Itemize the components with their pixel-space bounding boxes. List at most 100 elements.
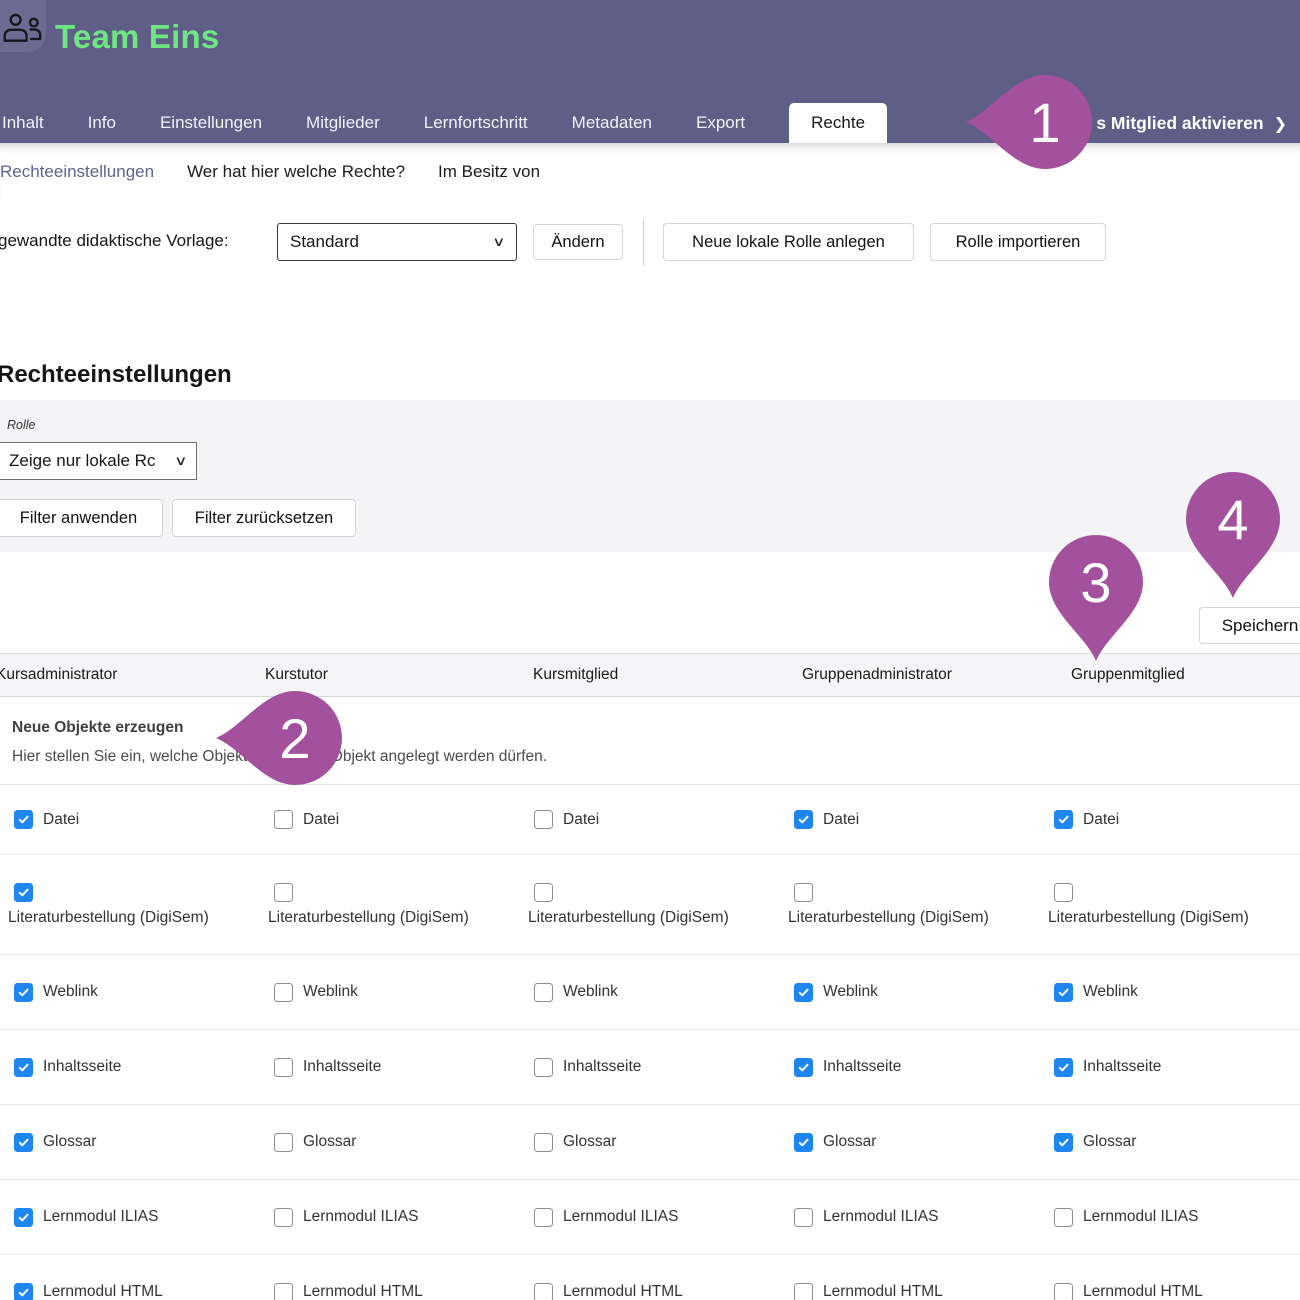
change-template-button[interactable]: Ändern <box>533 224 623 260</box>
permission-cell: Lernmodul HTML <box>260 1255 520 1300</box>
checkbox-datei-col1[interactable] <box>14 810 33 829</box>
permission-cell: Glossar <box>780 1105 1040 1179</box>
save-button[interactable]: Speichern <box>1199 607 1300 644</box>
filter-reset-button[interactable]: Filter zurücksetzen <box>172 499 356 537</box>
tab-einstellungen[interactable]: Einstellungen <box>160 103 262 143</box>
checkbox-glossar-col2[interactable] <box>274 1133 293 1152</box>
checkbox-label: Lernmodul HTML <box>823 1283 943 1300</box>
permission-cell: Inhaltsseite <box>1040 1030 1300 1104</box>
checkbox-datei-col3[interactable] <box>534 810 553 829</box>
permission-cell: Inhaltsseite <box>0 1030 260 1104</box>
checkbox-lernmodul-ilias-col3[interactable] <box>534 1208 553 1227</box>
new-local-role-button[interactable]: Neue lokale Rolle anlegen <box>663 223 914 261</box>
checkbox-label: Literaturbestellung (DigiSem) <box>528 909 729 927</box>
annotation-marker-2: 2 <box>216 691 342 785</box>
checkbox-inhaltsseite-col2[interactable] <box>274 1058 293 1077</box>
checkbox-lernmodul-html-col4[interactable] <box>794 1283 813 1300</box>
checkbox-glossar-col4[interactable] <box>794 1133 813 1152</box>
checkbox-weblink-col4[interactable] <box>794 983 813 1002</box>
chevron-right-icon: ❯ <box>1274 114 1287 134</box>
permission-cell: Inhaltsseite <box>520 1030 780 1104</box>
permission-cell: Lernmodul HTML <box>780 1255 1040 1300</box>
tab-export[interactable]: Export <box>696 103 745 143</box>
checkbox-datei-col2[interactable] <box>274 810 293 829</box>
permission-cell: Literaturbestellung (DigiSem) <box>0 855 260 954</box>
permission-cell: Literaturbestellung (DigiSem) <box>780 855 1040 954</box>
permission-cell: Inhaltsseite <box>260 1030 520 1104</box>
checkbox-literaturbestellung-digisem-col1[interactable] <box>14 883 33 902</box>
checkbox-lernmodul-ilias-col5[interactable] <box>1054 1208 1073 1227</box>
permission-row-glossar: GlossarGlossarGlossarGlossarGlossar <box>0 1105 1300 1180</box>
checkbox-label: Lernmodul ILIAS <box>563 1208 678 1226</box>
checkbox-datei-col5[interactable] <box>1054 810 1073 829</box>
permission-cell: Datei <box>520 785 780 854</box>
annotation-number: 3 <box>1049 535 1143 629</box>
checkbox-glossar-col1[interactable] <box>14 1133 33 1152</box>
checkbox-weblink-col3[interactable] <box>534 983 553 1002</box>
checkbox-glossar-col5[interactable] <box>1054 1133 1073 1152</box>
toolbar-divider <box>643 219 644 266</box>
subtab-rechteeinstellungen[interactable]: Rechteeinstellungen <box>0 162 154 182</box>
checkbox-inhaltsseite-col1[interactable] <box>14 1058 33 1077</box>
checkbox-lernmodul-html-col1[interactable] <box>14 1283 33 1300</box>
permission-cell: Glossar <box>260 1105 520 1179</box>
subtab-im-besitz-von[interactable]: Im Besitz von <box>438 162 540 182</box>
checkbox-inhaltsseite-col4[interactable] <box>794 1058 813 1077</box>
role-filter-select-value: Zeige nur lokale Rc <box>9 451 155 471</box>
checkbox-lernmodul-html-col5[interactable] <box>1054 1283 1073 1300</box>
filter-apply-button[interactable]: Filter anwenden <box>0 499 163 537</box>
permission-cell: Lernmodul ILIAS <box>780 1180 1040 1254</box>
import-role-button[interactable]: Rolle importieren <box>930 223 1106 261</box>
permission-row-lernmodul-html: Lernmodul HTML Lernmodul HTML Lernmodul HT… <box>0 1255 1300 1300</box>
permission-cell: Weblink <box>260 955 520 1029</box>
checkbox-label: Lernmodul HTML <box>303 1283 423 1300</box>
tab-mitglieder[interactable]: Mitglieder <box>306 103 380 143</box>
page-title: Team Eins <box>55 18 219 56</box>
column-header-kursmitglied: Kursmitglied <box>520 666 780 684</box>
checkbox-label: Inhaltsseite <box>1083 1058 1161 1076</box>
checkbox-glossar-col3[interactable] <box>534 1133 553 1152</box>
checkbox-literaturbestellung-digisem-col5[interactable] <box>1054 883 1073 902</box>
tab-info[interactable]: Info <box>88 103 116 143</box>
create-objects-section: Neue Objekte erzeugen Hier stellen Sie e… <box>0 697 1300 785</box>
checkbox-weblink-col2[interactable] <box>274 983 293 1002</box>
checkbox-label: Glossar <box>823 1133 876 1151</box>
checkbox-datei-col4[interactable] <box>794 810 813 829</box>
checkbox-lernmodul-ilias-col2[interactable] <box>274 1208 293 1227</box>
tab-rechte[interactable]: Rechte <box>789 103 887 143</box>
subtab-wer-hat-hier-welche-rechte[interactable]: Wer hat hier welche Rechte? <box>187 162 405 182</box>
didactic-template-label: gewandte didaktische Vorlage: <box>0 231 229 251</box>
checkbox-label: Lernmodul HTML <box>1083 1283 1203 1300</box>
checkbox-inhaltsseite-col5[interactable] <box>1054 1058 1073 1077</box>
checkbox-lernmodul-html-col2[interactable] <box>274 1283 293 1300</box>
checkbox-label: Inhaltsseite <box>303 1058 381 1076</box>
checkbox-lernmodul-ilias-col1[interactable] <box>14 1208 33 1227</box>
checkbox-literaturbestellung-digisem-col3[interactable] <box>534 883 553 902</box>
checkbox-weblink-col5[interactable] <box>1054 983 1073 1002</box>
checkbox-weblink-col1[interactable] <box>14 983 33 1002</box>
checkbox-label: Glossar <box>563 1133 616 1151</box>
checkbox-inhaltsseite-col3[interactable] <box>534 1058 553 1077</box>
activate-member-action[interactable]: s Mitglied aktivieren ❯ <box>1096 113 1287 134</box>
permission-cell: Weblink <box>1040 955 1300 1029</box>
checkbox-literaturbestellung-digisem-col4[interactable] <box>794 883 813 902</box>
didactic-template-select[interactable]: Standard ∨ <box>277 223 517 261</box>
permission-cell: Weblink <box>780 955 1040 1029</box>
checkbox-lernmodul-html-col3[interactable] <box>534 1283 553 1300</box>
tab-metadaten[interactable]: Metadaten <box>572 103 652 143</box>
checkbox-label: Lernmodul ILIAS <box>1083 1208 1198 1226</box>
permission-cell: Datei <box>1040 785 1300 854</box>
checkbox-label: Weblink <box>43 983 98 1001</box>
checkbox-label: Lernmodul ILIAS <box>303 1208 418 1226</box>
checkbox-label: Datei <box>563 811 599 829</box>
tab-inhalt[interactable]: Inhalt <box>2 103 44 143</box>
tab-lernfortschritt[interactable]: Lernfortschritt <box>424 103 528 143</box>
checkbox-lernmodul-ilias-col4[interactable] <box>794 1208 813 1227</box>
column-header-kurstutor: Kurstutor <box>260 666 520 684</box>
permission-row-literaturbestellung-digisem: Literaturbestellung (DigiSem) Literaturbe… <box>0 855 1300 955</box>
permission-row-lernmodul-ilias: Lernmodul ILIAS Lernmodul ILIAS Lernmodul … <box>0 1180 1300 1255</box>
permission-cell: Datei <box>260 785 520 854</box>
role-filter-select[interactable]: Zeige nur lokale Rc ∨ <box>0 442 197 480</box>
checkbox-label: Literaturbestellung (DigiSem) <box>268 909 469 927</box>
checkbox-literaturbestellung-digisem-col2[interactable] <box>274 883 293 902</box>
